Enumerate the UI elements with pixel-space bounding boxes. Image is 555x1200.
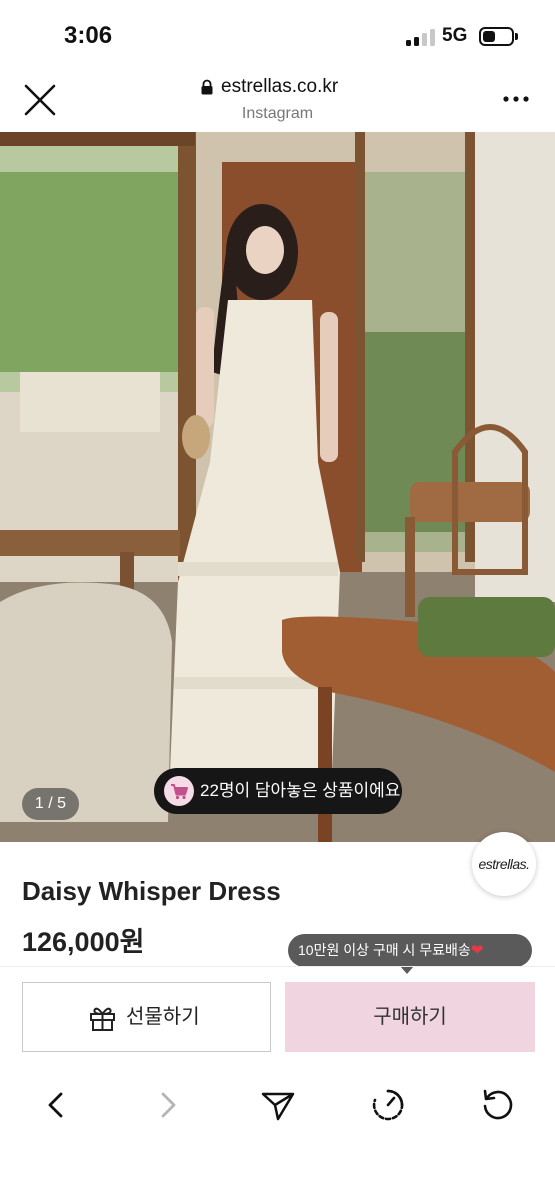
saved-count-notice: 22명이 담아놓은 상품이에요 xyxy=(154,768,402,814)
browser-toolbar xyxy=(0,1070,555,1140)
back-icon xyxy=(48,1092,63,1118)
browser-header: estrellas.co.kr Instagram xyxy=(0,72,555,132)
url-subtitle: Instagram xyxy=(241,105,314,122)
more-menu-button[interactable] xyxy=(500,86,534,112)
product-price: 126,000원 xyxy=(22,927,145,957)
buy-button[interactable]: 구매하기 xyxy=(285,982,535,1052)
product-image-carousel[interactable]: 1 / 5 22명이 담아놓은 상품이에요 xyxy=(0,132,555,842)
divider xyxy=(0,966,555,967)
gift-button[interactable]: 선물하기 xyxy=(22,982,271,1052)
free-shipping-tooltip: 10만원 이상 구매 시 무료배송❤ xyxy=(288,934,532,974)
brand-logo-text: estrellas. xyxy=(478,856,530,872)
status-bar: 3:06 5G xyxy=(0,0,555,72)
gift-button-label: 선물하기 xyxy=(126,1006,200,1028)
network-type: 5G xyxy=(442,25,468,46)
image-counter: 1 / 5 xyxy=(22,788,79,820)
battery-icon xyxy=(479,27,518,46)
history-icon xyxy=(372,1089,404,1121)
lock-icon xyxy=(201,79,213,95)
reload-icon xyxy=(483,1089,513,1120)
forward-button[interactable] xyxy=(148,1085,188,1125)
product-photo xyxy=(0,132,555,842)
share-button[interactable] xyxy=(258,1085,298,1125)
shipping-tip-text: 10만원 이상 구매 시 무료배송 xyxy=(298,942,471,958)
back-button[interactable] xyxy=(36,1085,76,1125)
status-time: 3:06 xyxy=(64,22,113,49)
gift-icon xyxy=(90,1007,115,1031)
more-icon xyxy=(503,96,529,102)
send-icon xyxy=(261,1092,295,1121)
signal-icon xyxy=(406,28,436,46)
reload-button[interactable] xyxy=(478,1085,518,1125)
product-title: Daisy Whisper Dress xyxy=(22,876,281,906)
forward-icon xyxy=(161,1092,176,1118)
brand-logo-badge[interactable]: estrellas. xyxy=(472,832,536,896)
history-button[interactable] xyxy=(368,1085,408,1125)
heart-icon: ❤ xyxy=(470,942,484,959)
url-text[interactable]: estrellas.co.kr xyxy=(221,76,338,98)
saved-notice-text: 22명이 담아놓은 상품이에요 xyxy=(200,781,401,800)
cart-icon xyxy=(164,776,194,806)
buy-button-label: 구매하기 xyxy=(373,1006,447,1028)
